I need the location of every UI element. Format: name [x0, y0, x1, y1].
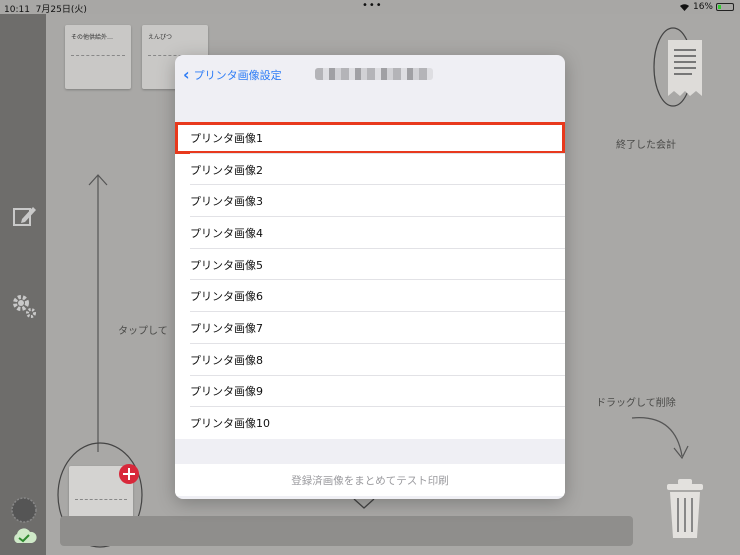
tap-hint-text: タップして [118, 326, 168, 337]
product-card-title: その他供給外… [71, 34, 114, 41]
settings-gear-icon[interactable] [10, 292, 38, 320]
list-item[interactable]: プリンタ画像7 [175, 312, 565, 344]
printer-image-modal: ‹ プリンタ画像設定 プリンタ画像1 プリンタ画像2 プリンタ画像3 プリンタ画… [175, 55, 565, 499]
wifi-icon [679, 4, 689, 11]
edit-icon[interactable] [10, 202, 38, 230]
receipt-icon[interactable] [665, 38, 705, 102]
list-item[interactable]: プリンタ画像2 [175, 154, 565, 186]
card-divider [75, 499, 127, 500]
multitask-dots[interactable]: ••• [362, 0, 383, 11]
status-bar: 10:11 7月25日(火) ••• 16% [0, 0, 740, 15]
back-button[interactable]: ‹ プリンタ画像設定 [183, 67, 282, 83]
redacted-title [315, 68, 433, 80]
drag-delete-hint-text: ドラッグして削除 [596, 398, 676, 409]
list-item[interactable]: プリンタ画像6 [175, 280, 565, 312]
bottom-tray[interactable] [60, 516, 633, 546]
account-circle-icon[interactable] [10, 496, 38, 524]
status-right: 16% [679, 2, 734, 12]
sidebar [0, 14, 46, 555]
cloud-sync-icon[interactable] [10, 526, 38, 546]
list-item[interactable]: プリンタ画像8 [175, 344, 565, 376]
chevron-left-icon: ‹ [183, 65, 190, 84]
up-arrow-icon [88, 174, 108, 452]
card-divider [71, 55, 125, 56]
curved-arrow-icon [631, 417, 689, 460]
list-item[interactable]: プリンタ画像10 [175, 407, 565, 439]
list-item[interactable]: プリンタ画像4 [175, 217, 565, 249]
printer-image-list: プリンタ画像1 プリンタ画像2 プリンタ画像3 プリンタ画像4 プリンタ画像5 … [175, 122, 565, 439]
trash-icon[interactable] [664, 478, 706, 540]
add-plus-icon[interactable] [118, 463, 140, 485]
product-card-title: えんぴつ [148, 34, 173, 41]
list-item[interactable]: プリンタ画像5 [175, 249, 565, 281]
back-button-label: プリンタ画像設定 [193, 69, 282, 82]
list-item[interactable]: プリンタ画像3 [175, 185, 565, 217]
battery-icon [716, 3, 734, 11]
list-item[interactable]: プリンタ画像1 [175, 122, 565, 154]
battery-percent: 16% [692, 2, 713, 12]
test-print-all-button[interactable]: 登録済画像をまとめてテスト印刷 [175, 464, 565, 496]
finished-hint-text: 終了した会計 [616, 140, 676, 151]
product-card[interactable]: その他供給外… [65, 25, 131, 89]
modal-header: ‹ プリンタ画像設定 [175, 55, 565, 95]
list-item[interactable]: プリンタ画像9 [175, 376, 565, 408]
